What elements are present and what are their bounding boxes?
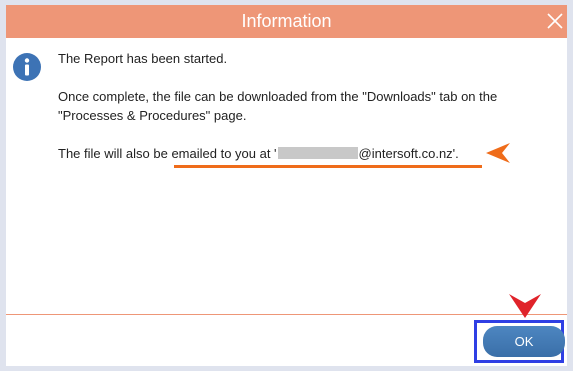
dialog-title: Information (241, 11, 332, 31)
email-suffix: @intersoft.co.nz'. (358, 146, 459, 161)
footer-divider (6, 314, 567, 315)
close-icon[interactable] (545, 11, 565, 31)
message-line-download-1: Once complete, the file can be downloade… (58, 89, 498, 104)
information-dialog: Information The Report has been started.… (6, 5, 567, 366)
message-line-download-2: "Processes & Procedures" page. (58, 108, 247, 123)
ok-button[interactable]: OK (483, 326, 565, 357)
orange-arrow-annotation (486, 143, 510, 163)
email-underline-annotation (174, 165, 482, 168)
redacted-email-name (277, 147, 358, 159)
message-line-email: The file will also be emailed to you at … (58, 146, 459, 162)
email-prefix: The file will also be emailed to you at … (58, 146, 277, 161)
message-line-started: The Report has been started. (58, 51, 228, 66)
red-arrow-annotation (509, 294, 541, 318)
info-icon (13, 53, 41, 81)
dialog-titlebar: Information (6, 5, 567, 38)
